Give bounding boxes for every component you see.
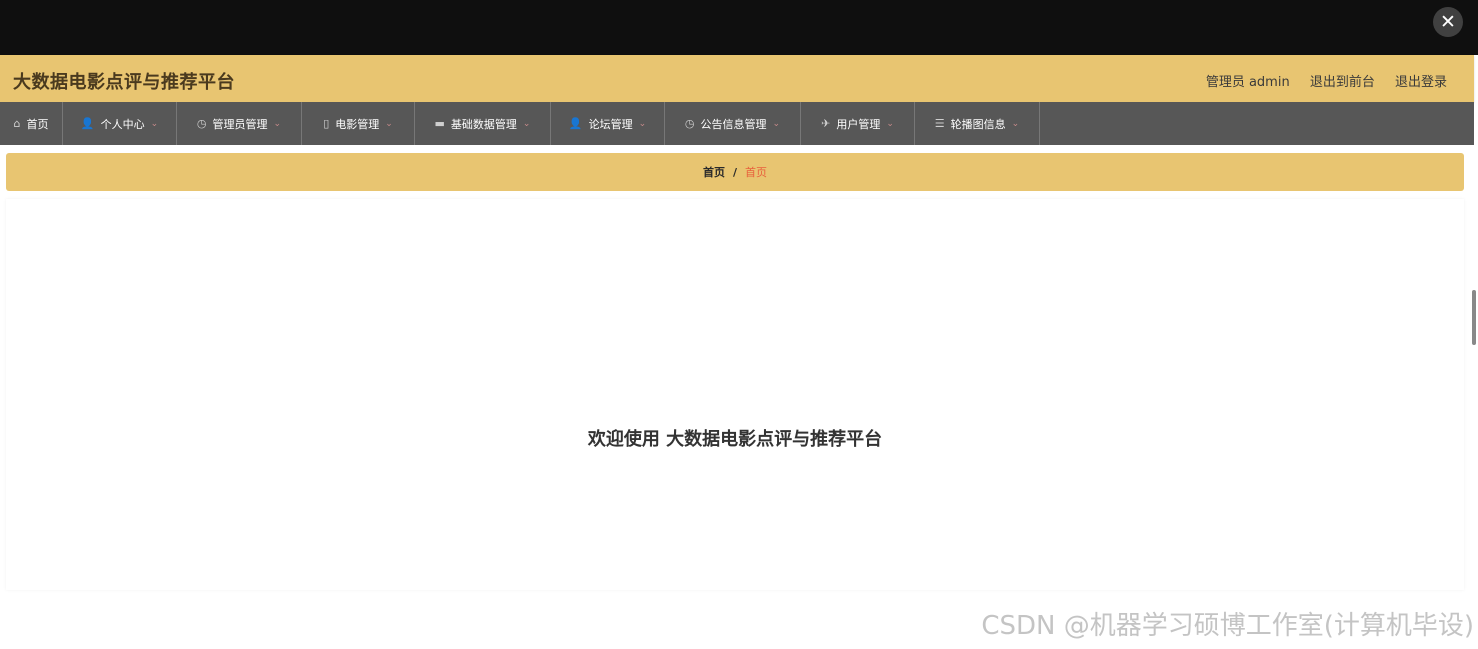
home-icon: ⌂ [13,117,21,130]
main-nav: ⌂ 首页 👤 个人中心 ⌄ ◷ 管理员管理 ⌄ ▯ 电影管理 ⌄ ▬ 基础数据管… [0,102,1474,145]
breadcrumb-home-link[interactable]: 首页 [703,164,725,180]
breadcrumb: 首页 / 首页 [6,153,1464,191]
nav-item-label: 论坛管理 [588,117,633,131]
welcome-message: 欢迎使用 大数据电影点评与推荐平台 [587,429,883,450]
window-top-bar: ✕ [0,0,1478,55]
breadcrumb-separator: / [732,165,738,179]
app-header: 大数据电影点评与推荐平台 管理员 admin 退出到前台 退出登录 [0,55,1474,102]
nav-item-label: 基础数据管理 [450,117,517,131]
sliders-icon: ☰ [934,117,945,130]
nav-item-announcement-management[interactable]: ◷ 公告信息管理 ⌄ [665,102,801,145]
nav-item-basic-data-management[interactable]: ▬ 基础数据管理 ⌄ [415,102,551,145]
nav-item-home[interactable]: ⌂ 首页 [0,102,63,145]
watermark-text: CSDN @机器学习硕博工作室(计算机毕设) [981,611,1474,641]
chevron-down-icon: ⌄ [273,118,282,129]
scrollbar-thumb[interactable] [1472,290,1476,345]
nav-item-movie-management[interactable]: ▯ 电影管理 ⌄ [302,102,415,145]
user-icon: 👤 [80,117,95,130]
send-icon: ✈ [821,117,831,130]
nav-item-label: 首页 [26,117,49,131]
clock-icon: ◷ [684,117,695,130]
close-icon[interactable]: ✕ [1433,7,1463,37]
logout-link[interactable]: 退出登录 [1395,75,1447,90]
chevron-down-icon: ⌄ [1011,118,1020,129]
chevron-down-icon: ⌄ [772,118,781,129]
chevron-down-icon: ⌄ [385,118,393,129]
chevron-down-icon: ⌄ [886,118,894,129]
go-to-frontend-link[interactable]: 退出到前台 [1310,75,1375,90]
nav-item-personal-center[interactable]: 👤 个人中心 ⌄ [63,102,177,145]
nav-item-admin-management[interactable]: ◷ 管理员管理 ⌄ [177,102,302,145]
nav-item-label: 公告信息管理 [700,117,767,131]
nav-item-carousel-info[interactable]: ☰ 轮播图信息 ⌄ [915,102,1040,145]
mobile-icon: ▯ [323,117,330,130]
nav-item-label: 用户管理 [836,117,881,131]
nav-item-forum-management[interactable]: 👤 论坛管理 ⌄ [551,102,665,145]
chevron-down-icon: ⌄ [522,118,531,129]
main-content: 欢迎使用 大数据电影点评与推荐平台 [6,199,1464,590]
nav-item-label: 管理员管理 [212,117,268,131]
nav-item-user-management[interactable]: ✈ 用户管理 ⌄ [801,102,915,145]
header-actions: 管理员 admin 退出到前台 退出登录 [1190,71,1447,90]
app-title: 大数据电影点评与推荐平台 [13,72,235,93]
user-icon: 👤 [568,117,583,130]
nav-item-label: 个人中心 [100,117,145,131]
nav-item-label: 轮播图信息 [950,117,1006,131]
chevron-down-icon: ⌄ [638,118,647,129]
chevron-down-icon: ⌄ [150,118,159,129]
admin-role-label: 管理员 admin [1205,75,1290,90]
print-icon: ▬ [434,117,445,130]
breadcrumb-current: 首页 [745,166,768,179]
compass-icon: ◷ [196,117,207,130]
nav-item-label: 电影管理 [335,117,380,131]
